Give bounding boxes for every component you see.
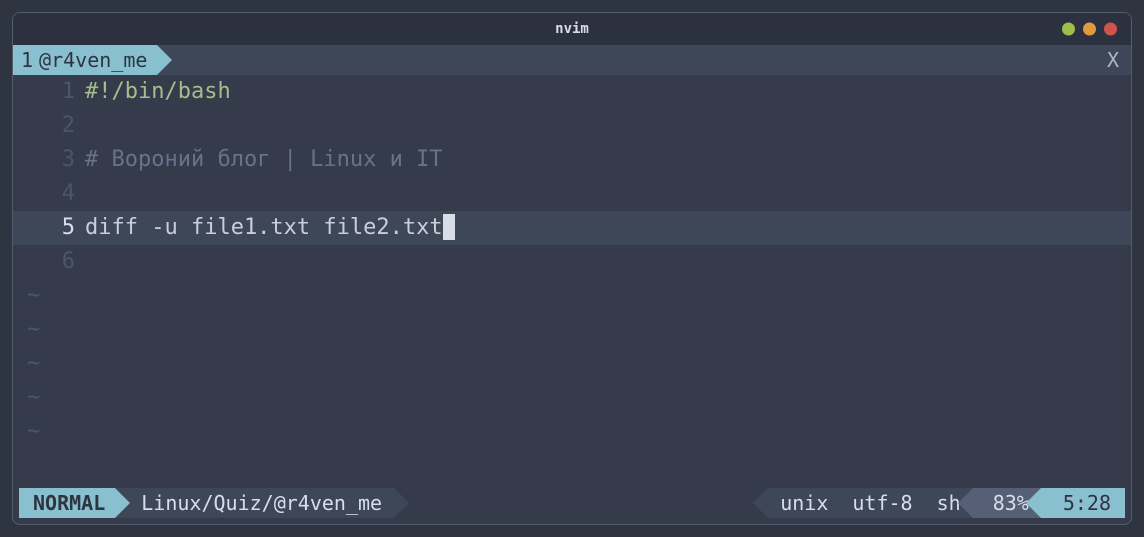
fileformat-label: unix	[780, 491, 828, 515]
status-spacer	[394, 488, 768, 518]
window-titlebar[interactable]: nvim	[13, 13, 1131, 45]
empty-line-tilde: ~	[13, 381, 1131, 415]
line-number: 2	[13, 109, 85, 143]
path-segment: Linux/Quiz/@r4ven_me	[115, 488, 394, 518]
percent-label: 83%	[993, 491, 1029, 515]
maximize-icon[interactable]	[1083, 23, 1096, 36]
empty-line-tilde: ~	[13, 415, 1131, 449]
terminal-window: nvim 1 @r4ven_me X 1#!/bin/bash23# Ворон…	[12, 12, 1132, 525]
editor-line[interactable]: 4	[13, 177, 1131, 211]
encoding-label: utf-8	[852, 491, 912, 515]
tab-bar: 1 @r4ven_me X	[13, 45, 1131, 75]
line-number: 5	[13, 211, 85, 245]
tab-label: @r4ven_me	[39, 48, 147, 72]
editor-content: 1 @r4ven_me X 1#!/bin/bash23# Вороний бл…	[13, 45, 1131, 524]
line-number: 6	[13, 245, 85, 279]
code-text[interactable]: # Вороний блог | Linux и IT	[85, 143, 1131, 177]
status-line: NORMAL Linux/Quiz/@r4ven_me unix utf-8 s…	[19, 488, 1125, 518]
close-icon[interactable]	[1104, 23, 1117, 36]
mode-segment: NORMAL	[19, 488, 115, 518]
mode-label: NORMAL	[33, 491, 105, 515]
code-text[interactable]: #!/bin/bash	[85, 75, 1131, 109]
editor-line[interactable]: 3# Вороний блог | Linux и IT	[13, 143, 1131, 177]
window-controls	[1062, 23, 1117, 36]
cursor-icon	[443, 214, 455, 240]
line-number: 3	[13, 143, 85, 177]
editor-line[interactable]: 1#!/bin/bash	[13, 75, 1131, 109]
editor-area[interactable]: 1#!/bin/bash23# Вороний блог | Linux и I…	[13, 75, 1131, 488]
tab-active[interactable]: 1 @r4ven_me	[13, 45, 157, 75]
editor-line[interactable]: 6	[13, 245, 1131, 279]
editor-line[interactable]: 2	[13, 109, 1131, 143]
minimize-icon[interactable]	[1062, 23, 1075, 36]
position-segment: 5:28	[1041, 488, 1125, 518]
empty-line-tilde: ~	[13, 313, 1131, 347]
tab-close-button[interactable]: X	[1095, 45, 1131, 75]
position-label: 5:28	[1063, 491, 1111, 515]
line-number: 4	[13, 177, 85, 211]
line-number: 1	[13, 75, 85, 109]
close-x-icon: X	[1107, 48, 1119, 72]
editor-line[interactable]: 5diff -u file1.txt file2.txt	[13, 211, 1131, 245]
empty-line-tilde: ~	[13, 279, 1131, 313]
empty-line-tilde: ~	[13, 347, 1131, 381]
window-title: nvim	[555, 21, 589, 37]
file-path: Linux/Quiz/@r4ven_me	[141, 491, 382, 515]
tab-index: 1	[21, 48, 33, 72]
status-right-group: unix utf-8 sh 83% 5:28	[768, 488, 1125, 518]
code-text[interactable]: diff -u file1.txt file2.txt	[85, 211, 1131, 245]
